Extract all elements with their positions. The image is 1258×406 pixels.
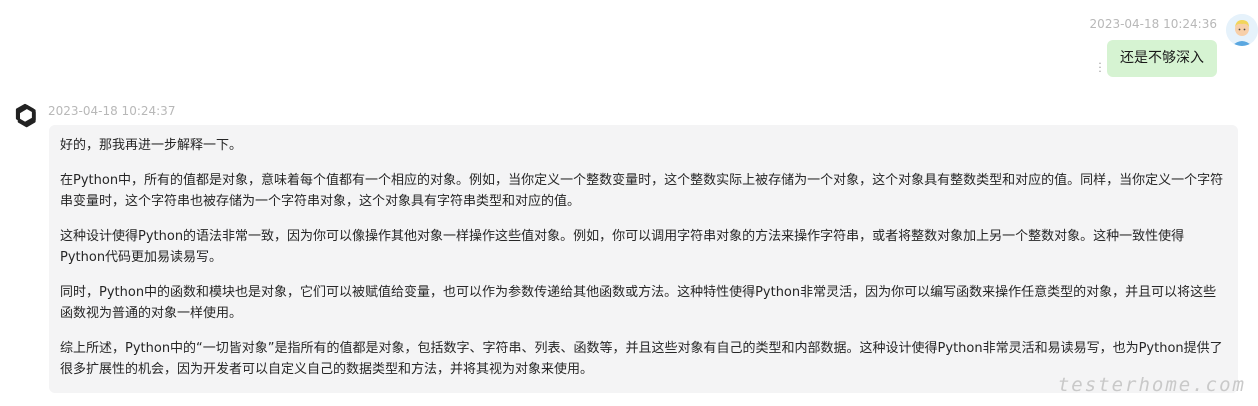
user-message-bubble: 还是不够深入 [1107,40,1217,77]
ai-paragraph: 在Python中，所有的值都是对象，意味着每个值都有一个相应的对象。例如，当你定… [60,173,1224,209]
ai-paragraph: 综上所述，Python中的“一切皆对象”是指所有的值都是对象，包括数字、字符串、… [60,341,1223,377]
user-message: 2023-04-18 10:24:36 还是不够深入 · · · [558,14,1258,84]
watermark: testerhome.com [1057,374,1246,396]
more-options-icon[interactable]: · · · [1097,58,1103,77]
ai-message-timestamp: 2023-04-18 10:24:37 [48,104,176,118]
ai-paragraph: 同时，Python中的函数和模块也是对象，它们可以被赋值给变量，也可以作为参数传… [60,285,1217,321]
user-message-timestamp: 2023-04-18 10:24:36 [1089,17,1217,31]
ai-paragraph: 这种设计使得Python的语法非常一致，因为你可以像操作其他对象一样操作这些值对… [60,229,1185,265]
ai-paragraph: 好的，那我再进一步解释一下。 [60,138,243,153]
ai-message-bubble: 好的，那我再进一步解释一下。 在Python中，所有的值都是对象，意味着每个值都… [49,125,1238,393]
user-avatar-icon[interactable] [1226,14,1258,46]
openai-logo-icon [9,100,41,132]
